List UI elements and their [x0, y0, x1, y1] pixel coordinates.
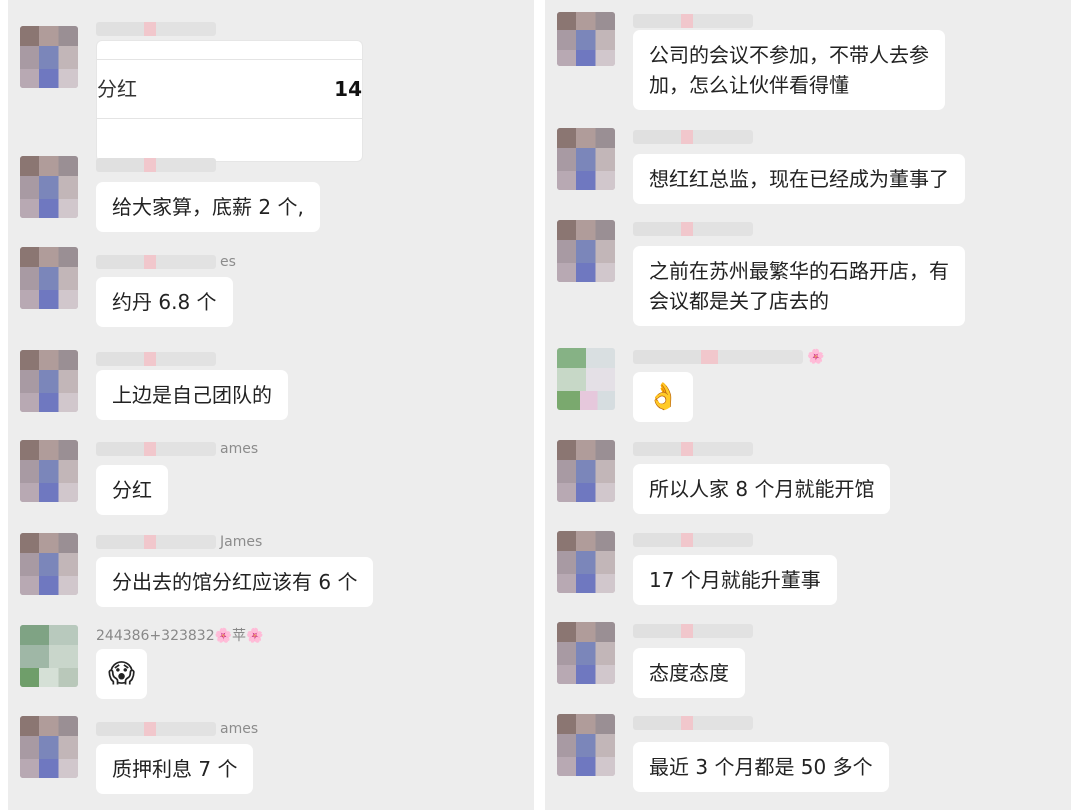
- message-bubble[interactable]: 质押利息 7 个: [96, 744, 254, 794]
- avatar[interactable]: [20, 247, 78, 309]
- message-bubble[interactable]: 分出去的馆分红应该有 6 个: [96, 557, 374, 607]
- message: 最近 3 个月都是 50 多个: [545, 714, 1071, 804]
- avatar[interactable]: [20, 350, 78, 412]
- message: 公司的会议不参加，不带人去参 加，怎么让伙伴看得懂: [545, 12, 1071, 122]
- avatar[interactable]: [557, 531, 615, 593]
- emoji-bubble[interactable]: 👌: [633, 372, 694, 422]
- card-value: 14: [334, 77, 362, 101]
- card-row: 分红 14: [97, 59, 362, 119]
- right-chat-panel: 公司的会议不参加，不带人去参 加，怎么让伙伴看得懂 想红红总监，现在已经成为董事…: [545, 0, 1071, 810]
- message: James 分出去的馆分红应该有 6 个: [8, 533, 534, 613]
- message-bubble[interactable]: 上边是自己团队的: [96, 370, 288, 420]
- sender-name: [633, 531, 757, 549]
- card-label: 分红: [97, 77, 137, 101]
- message-bubble[interactable]: 给大家算，底薪 2 个,: [96, 182, 320, 232]
- message-bubble[interactable]: 约丹 6.8 个: [96, 277, 233, 327]
- bonus-card[interactable]: 分红 14: [96, 40, 363, 162]
- avatar[interactable]: [20, 156, 78, 218]
- sender-name: [633, 12, 757, 30]
- message: 分红 14: [8, 16, 534, 162]
- sender-name: [96, 156, 220, 174]
- message: 244386+323832🌸苹🌸 😱: [8, 625, 534, 705]
- message-bubble[interactable]: 所以人家 8 个月就能开馆: [633, 464, 891, 514]
- bubble-line: 之前在苏州最繁华的石路开店，有: [649, 259, 949, 283]
- sender-name: es: [96, 253, 236, 271]
- avatar[interactable]: [557, 348, 615, 410]
- sender-name: [633, 714, 757, 732]
- message: 17 个月就能升董事: [545, 531, 1071, 611]
- sender-name: [633, 128, 757, 146]
- avatar[interactable]: [557, 220, 615, 282]
- sender-name: James: [96, 533, 262, 551]
- avatar[interactable]: [557, 714, 615, 776]
- message: 给大家算，底薪 2 个,: [8, 156, 534, 236]
- sender-name: [633, 440, 757, 458]
- emoji-bubble[interactable]: 😱: [96, 649, 148, 699]
- avatar[interactable]: [20, 26, 78, 88]
- avatar[interactable]: [20, 625, 78, 687]
- avatar[interactable]: [557, 12, 615, 66]
- avatar[interactable]: [557, 128, 615, 190]
- message-bubble[interactable]: 想红红总监，现在已经成为董事了: [633, 154, 965, 204]
- sender-name: [96, 350, 220, 368]
- message-bubble[interactable]: 分红: [96, 465, 168, 515]
- avatar[interactable]: [557, 440, 615, 502]
- message-bubble[interactable]: 态度态度: [633, 648, 745, 698]
- message-bubble[interactable]: 公司的会议不参加，不带人去参 加，怎么让伙伴看得懂: [633, 30, 945, 110]
- message: es 约丹 6.8 个: [8, 247, 534, 327]
- sender-name: [633, 220, 757, 238]
- sender-name: [96, 20, 220, 38]
- message: ames 质押利息 7 个: [8, 716, 534, 796]
- message: 之前在苏州最繁华的石路开店，有 会议都是关了店去的: [545, 220, 1071, 335]
- avatar[interactable]: [20, 716, 78, 778]
- sender-name: 🌸: [633, 348, 824, 366]
- message-bubble[interactable]: 之前在苏州最繁华的石路开店，有 会议都是关了店去的: [633, 246, 965, 326]
- message: 所以人家 8 个月就能开馆: [545, 440, 1071, 520]
- message: ames 分红: [8, 440, 534, 520]
- message: 态度态度: [545, 622, 1071, 702]
- avatar[interactable]: [557, 622, 615, 684]
- avatar[interactable]: [20, 533, 78, 595]
- bubble-line: 加，怎么让伙伴看得懂: [649, 73, 849, 97]
- sender-name: [633, 622, 757, 640]
- message-bubble[interactable]: 17 个月就能升董事: [633, 555, 837, 605]
- sender-name: 244386+323832🌸苹🌸: [96, 628, 264, 644]
- bubble-line: 公司的会议不参加，不带人去参: [649, 43, 929, 67]
- avatar[interactable]: [20, 440, 78, 502]
- sender-name: ames: [96, 440, 258, 458]
- message: 上边是自己团队的: [8, 350, 534, 430]
- message: 想红红总监，现在已经成为董事了: [545, 128, 1071, 208]
- message-bubble[interactable]: 最近 3 个月都是 50 多个: [633, 742, 889, 792]
- bubble-line: 会议都是关了店去的: [649, 289, 829, 313]
- message: 🌸 👌: [545, 348, 1071, 428]
- sender-name: ames: [96, 720, 258, 738]
- left-chat-panel: 分红 14 给大家算，底薪 2 个, es 约丹 6.8 个 上边是自己团队的 …: [8, 0, 534, 810]
